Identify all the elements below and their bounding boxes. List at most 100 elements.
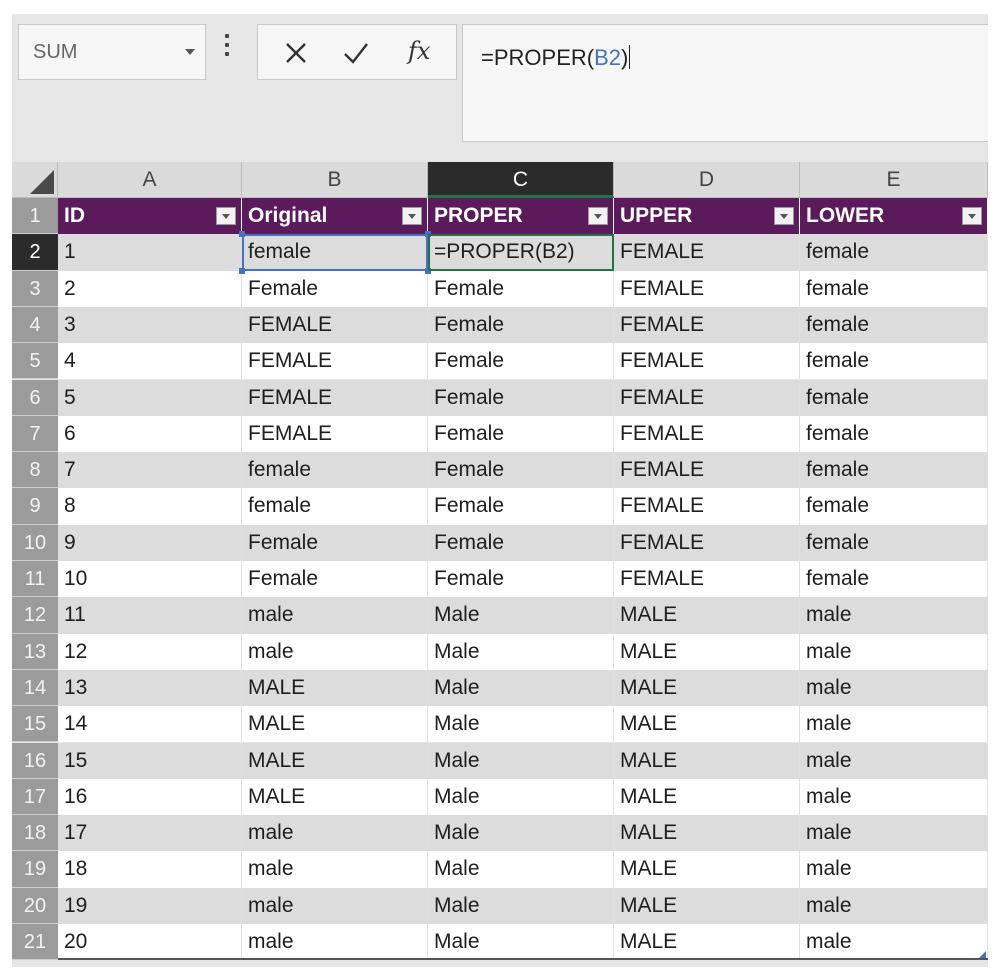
table-cell[interactable]: 4: [58, 343, 242, 380]
row-header-10[interactable]: 10: [12, 524, 58, 561]
column-header-e[interactable]: E: [800, 162, 988, 198]
filter-dropdown-button[interactable]: [962, 207, 982, 225]
row-header-5[interactable]: 5: [12, 343, 58, 380]
table-cell[interactable]: MALE: [614, 706, 800, 743]
table-cell[interactable]: Female: [428, 488, 614, 525]
table-cell[interactable]: MALE: [614, 887, 800, 924]
table-cell[interactable]: MALE: [614, 851, 800, 888]
row-header-14[interactable]: 14: [12, 669, 58, 707]
table-cell[interactable]: male: [800, 742, 988, 779]
selection-handle[interactable]: [239, 231, 245, 238]
table-cell[interactable]: MALE: [614, 669, 800, 707]
row-header-16[interactable]: 16: [12, 742, 58, 779]
row-header-6[interactable]: 6: [12, 379, 58, 416]
table-cell[interactable]: Male: [428, 706, 614, 743]
row-header-1[interactable]: 1: [12, 198, 58, 235]
table-cell[interactable]: male: [800, 851, 988, 888]
table-cell[interactable]: male: [800, 669, 988, 707]
formula-input[interactable]: =PROPER(B2): [462, 24, 988, 142]
table-header-cell[interactable]: LOWER: [800, 198, 988, 235]
table-cell[interactable]: 10: [58, 561, 242, 598]
cancel-button[interactable]: [276, 35, 316, 71]
table-cell[interactable]: FEMALE: [614, 234, 800, 271]
table-cell[interactable]: female: [242, 488, 428, 525]
table-cell[interactable]: 1: [58, 234, 242, 271]
table-cell[interactable]: Male: [428, 851, 614, 888]
table-cell[interactable]: 8: [58, 488, 242, 525]
row-header-20[interactable]: 20: [12, 887, 58, 924]
selection-handle[interactable]: [425, 231, 431, 238]
table-cell[interactable]: male: [242, 887, 428, 924]
table-cell[interactable]: male: [242, 851, 428, 888]
table-cell[interactable]: female: [800, 379, 988, 416]
table-cell[interactable]: male: [242, 597, 428, 634]
table-cell[interactable]: female: [800, 343, 988, 380]
table-cell[interactable]: Male: [428, 815, 614, 852]
table-cell[interactable]: 2: [58, 270, 242, 307]
column-header-b[interactable]: B: [242, 162, 428, 198]
enter-button[interactable]: [336, 35, 376, 71]
row-header-15[interactable]: 15: [12, 706, 58, 743]
table-cell[interactable]: MALE: [614, 778, 800, 816]
table-cell[interactable]: MALE: [242, 742, 428, 779]
table-cell[interactable]: Female: [428, 306, 614, 344]
table-cell[interactable]: MALE: [614, 597, 800, 634]
table-cell[interactable]: male: [242, 924, 428, 961]
table-cell[interactable]: Female: [242, 524, 428, 561]
table-cell[interactable]: =PROPER(B2): [428, 234, 614, 271]
table-cell[interactable]: female: [800, 452, 988, 489]
table-cell[interactable]: MALE: [242, 706, 428, 743]
selection-handle[interactable]: [239, 267, 245, 274]
table-cell[interactable]: female: [800, 270, 988, 307]
table-cell[interactable]: Female: [428, 561, 614, 598]
table-cell[interactable]: Male: [428, 597, 614, 634]
table-cell[interactable]: FEMALE: [614, 306, 800, 344]
table-cell[interactable]: MALE: [614, 924, 800, 961]
row-header-12[interactable]: 12: [12, 597, 58, 634]
table-cell[interactable]: male: [800, 706, 988, 743]
table-cell[interactable]: 17: [58, 815, 242, 852]
table-cell[interactable]: female: [800, 524, 988, 561]
table-cell[interactable]: female: [800, 415, 988, 453]
table-resize-handle-icon[interactable]: [979, 951, 986, 959]
row-header-2[interactable]: 2: [12, 234, 58, 271]
row-header-11[interactable]: 11: [12, 561, 58, 598]
column-header-c[interactable]: C: [428, 162, 614, 198]
table-cell[interactable]: Female: [242, 270, 428, 307]
table-cell[interactable]: FEMALE: [614, 270, 800, 307]
table-cell[interactable]: Female: [428, 452, 614, 489]
table-cell[interactable]: Female: [428, 270, 614, 307]
table-header-cell[interactable]: ID: [58, 198, 242, 235]
table-cell[interactable]: FEMALE: [614, 452, 800, 489]
table-cell[interactable]: 15: [58, 742, 242, 779]
row-header-21[interactable]: 21: [12, 924, 58, 961]
name-box[interactable]: SUM: [18, 24, 206, 80]
table-cell[interactable]: MALE: [614, 633, 800, 670]
table-cell[interactable]: 9: [58, 524, 242, 561]
table-cell[interactable]: 20: [58, 924, 242, 961]
column-header-a[interactable]: A: [58, 162, 242, 198]
table-cell[interactable]: MALE: [614, 742, 800, 779]
table-cell[interactable]: male: [800, 815, 988, 852]
table-cell[interactable]: MALE: [242, 669, 428, 707]
table-cell[interactable]: FEMALE: [242, 343, 428, 380]
table-cell[interactable]: 13: [58, 669, 242, 707]
table-cell[interactable]: 5: [58, 379, 242, 416]
table-cell[interactable]: 7: [58, 452, 242, 489]
table-cell[interactable]: female: [242, 452, 428, 489]
table-cell[interactable]: Male: [428, 778, 614, 816]
table-cell[interactable]: 16: [58, 778, 242, 816]
table-cell[interactable]: FEMALE: [242, 415, 428, 453]
table-cell[interactable]: female: [800, 234, 988, 271]
table-cell[interactable]: FEMALE: [242, 306, 428, 344]
table-cell[interactable]: 18: [58, 851, 242, 888]
table-cell[interactable]: male: [242, 815, 428, 852]
table-cell[interactable]: Male: [428, 633, 614, 670]
row-header-4[interactable]: 4: [12, 306, 58, 344]
table-cell[interactable]: 19: [58, 887, 242, 924]
table-header-cell[interactable]: Original: [242, 198, 428, 235]
table-cell[interactable]: FEMALE: [614, 561, 800, 598]
drag-handle-icon[interactable]: [224, 34, 230, 68]
table-cell[interactable]: FEMALE: [242, 379, 428, 416]
table-cell[interactable]: female: [800, 561, 988, 598]
